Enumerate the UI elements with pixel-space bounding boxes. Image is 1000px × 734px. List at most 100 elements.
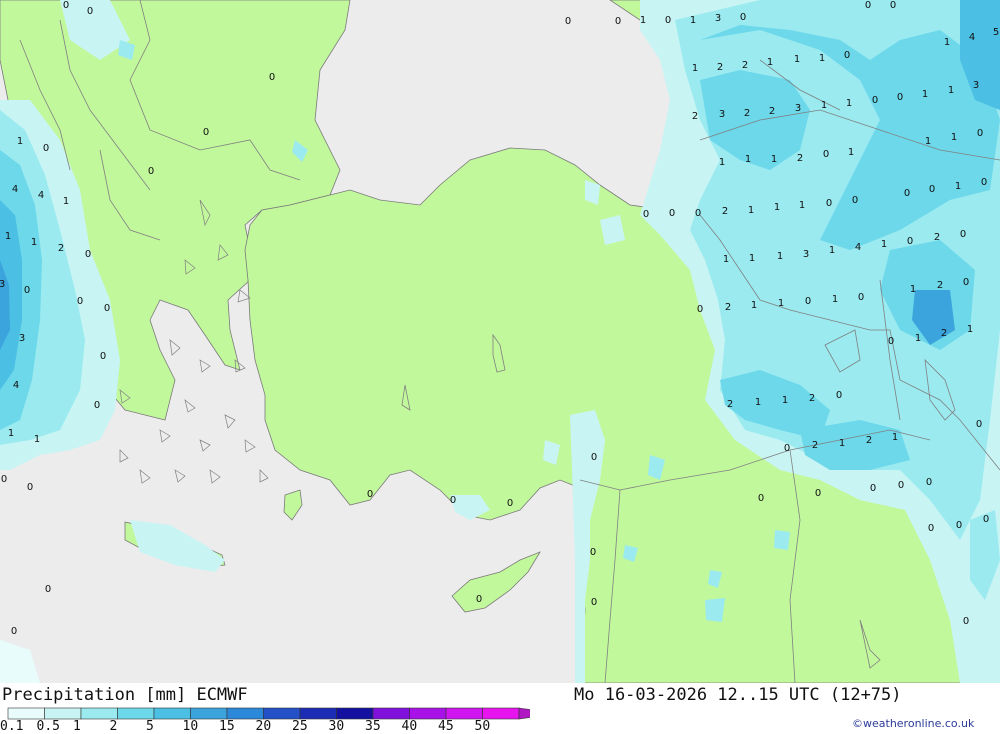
precip-value-label: 0 [960, 229, 966, 240]
map-title: Precipitation [mm] ECMWF [2, 685, 248, 705]
precip-value-label: 1 [640, 15, 646, 26]
scale-swatch [263, 707, 301, 720]
precip-value-label: 0 [836, 390, 842, 401]
precip-value-label: 0 [100, 351, 106, 362]
precip-value-label: 0 [976, 419, 982, 430]
precip-value-label: 2 [941, 328, 947, 339]
scale-tick-label: 15 [219, 719, 235, 734]
precip-value-label: 3 [803, 249, 809, 260]
precip-value-label: 0 [590, 547, 596, 558]
precip-value-label: 0 [45, 584, 51, 595]
valid-time: Mo 16-03-2026 12..15 UTC (12+75) [574, 685, 902, 705]
scale-tick-label: 1 [73, 719, 81, 734]
precip-value-label: 1 [778, 298, 784, 309]
precip-value-label: 2 [742, 60, 748, 71]
scale-tick-label: 35 [365, 719, 381, 734]
precip-value-label: 1 [819, 53, 825, 64]
precip-value-label: 0 [983, 514, 989, 525]
precip-value-label: 4 [13, 380, 19, 391]
precip-value-label: 4 [969, 32, 975, 43]
precip-value-label: 1 [34, 434, 40, 445]
precip-value-label: 4 [38, 190, 44, 201]
scale-tick-label: 50 [474, 719, 491, 734]
scale-tick-label: 2 [109, 719, 118, 734]
scale-swatch [7, 707, 45, 720]
precip-value-label: 4 [12, 184, 18, 195]
precip-value-label: 1 [829, 245, 835, 256]
precip-value-label: 1 [910, 284, 916, 295]
precip-value-label: 1 [767, 57, 773, 68]
precip-value-label: 0 [740, 12, 746, 23]
precip-value-label: 3 [795, 103, 801, 114]
precip-value-label: 0 [963, 277, 969, 288]
scale-swatch [153, 707, 191, 720]
precip-value-label: 1 [955, 181, 961, 192]
scale-tick-label: 30 [328, 719, 345, 734]
precip-value-label: 0 [565, 16, 571, 27]
precip-value-label: 1 [755, 397, 761, 408]
precip-value-label: 0 [27, 482, 33, 493]
precip-value-label: 1 [832, 294, 838, 305]
precip-value-label: 0 [784, 443, 790, 454]
precip-value-label: 1 [774, 202, 780, 213]
precip-value-label: 1 [771, 154, 777, 165]
precip-value-label: 1 [892, 432, 898, 443]
precip-value-label: 0 [858, 292, 864, 303]
precip-value-label: 2 [769, 106, 775, 117]
precip-value-label: 0 [269, 72, 275, 83]
precip-value-label: 1 [690, 15, 696, 26]
precip-value-label: 1 [777, 251, 783, 262]
precip-value-label: 1 [8, 428, 14, 439]
footer: Precipitation [mm] ECMWF Mo 16-03-2026 1… [0, 683, 1000, 734]
scale-swatch [445, 707, 483, 720]
precip-value-label: 2 [725, 302, 731, 313]
precip-value-label: 0 [94, 400, 100, 411]
precip-value-label: 0 [591, 597, 597, 608]
scale-tick-label: 40 [401, 719, 418, 734]
precip-value-label: 0 [591, 452, 597, 463]
precip-value-label: 0 [981, 177, 987, 188]
precip-value-label: 1 [846, 98, 852, 109]
precip-value-label: 0 [476, 594, 482, 605]
precip-value-label: 0 [104, 303, 110, 314]
scale-tick-label: 0.5 [36, 719, 60, 734]
precip-value-label: 2 [797, 153, 803, 164]
precip-value-label: 0 [963, 616, 969, 627]
precip-value-label: 0 [643, 209, 649, 220]
precip-value-label: 2 [692, 111, 698, 122]
precip-value-label: 2 [744, 108, 750, 119]
precip-value-label: 1 [5, 231, 11, 242]
precip-value-label: 0 [615, 16, 621, 27]
precip-value-label: 2 [727, 399, 733, 410]
precip-value-label: 2 [722, 206, 728, 217]
precip-value-label: 1 [63, 196, 69, 207]
precip-value-label: 0 [926, 477, 932, 488]
precip-value-label: 3 [973, 80, 979, 91]
precip-value-label: 1 [748, 205, 754, 216]
precip-value-label: 0 [697, 304, 703, 315]
precip-value-label: 0 [865, 0, 871, 11]
precip-value-label: 0 [367, 489, 373, 500]
precip-value-label: 1 [794, 54, 800, 65]
precip-value-label: 0 [87, 6, 93, 17]
precip-value-label: 0 [907, 236, 913, 247]
precip-value-label: 1 [821, 100, 827, 111]
scale-swatch [44, 707, 82, 720]
precip-value-label: 1 [799, 200, 805, 211]
precip-value-label: 0 [890, 0, 896, 11]
precip-value-label: 0 [203, 127, 209, 138]
precip-value-label: 3 [0, 279, 5, 290]
scale-swatch [80, 707, 118, 720]
precip-value-label: 1 [751, 300, 757, 311]
precip-value-label: 0 [928, 523, 934, 534]
precip-value-label: 0 [85, 249, 91, 260]
precip-value-label: 3 [715, 13, 721, 24]
scale-swatch [226, 707, 264, 720]
precip-value-label: 0 [77, 296, 83, 307]
precip-value-label: 1 [782, 395, 788, 406]
scale-swatch [299, 707, 337, 720]
precip-value-label: 1 [922, 89, 928, 100]
scale-swatch [409, 707, 447, 720]
scale-tick-label: 5 [146, 719, 154, 734]
precip-value-label: 1 [31, 237, 37, 248]
